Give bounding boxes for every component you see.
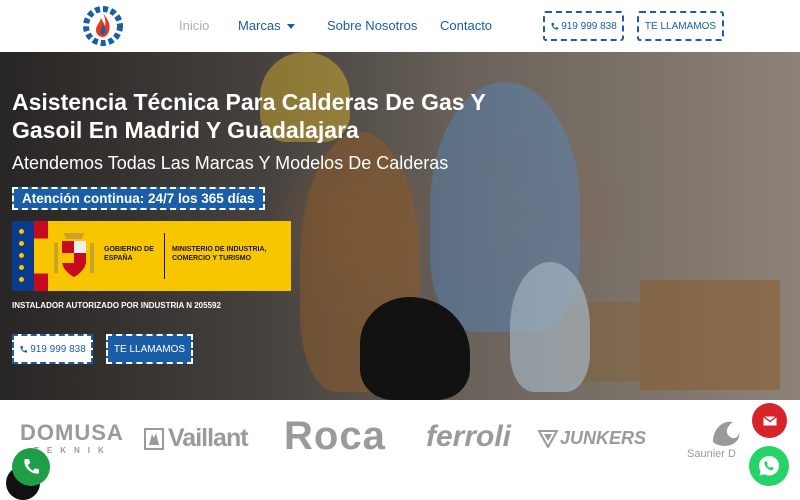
nav-marcas-label: Marcas xyxy=(238,18,281,33)
chevron-down-icon xyxy=(286,24,295,30)
divider xyxy=(164,233,165,279)
phone-icon xyxy=(24,459,39,474)
brand-domusa[interactable]: DOMUSA TEKNIK xyxy=(20,420,124,455)
eu-flag-icon xyxy=(12,221,34,291)
brands-strip: DOMUSA TEKNIK Vaillant Roca ferroli JUNK… xyxy=(0,400,800,500)
hero-subtitle: Atendemos Todas Las Marcas Y Modelos De … xyxy=(12,153,449,173)
hero-phone-button[interactable]: 919 999 838 xyxy=(12,334,93,364)
hero-section: Asistencia Técnica Para Calderas De Gas … xyxy=(0,52,800,400)
email-floating-button[interactable] xyxy=(752,403,787,438)
government-banner: GOBIERNO DE ESPAÑA MINISTERIO DE INDUSTR… xyxy=(12,221,291,291)
coat-of-arms-icon xyxy=(54,233,94,277)
brand-saunier-name: Saunier D xyxy=(687,448,736,460)
header-phone-button[interactable]: 919 999 838 xyxy=(543,11,624,41)
header-phone-label: 919 999 838 xyxy=(561,20,617,32)
brand-saunier-duval[interactable]: Saunier D xyxy=(687,421,740,460)
nav-sobre-nosotros[interactable]: Sobre Nosotros xyxy=(327,18,417,33)
saunier-logo-icon xyxy=(713,421,740,446)
nav-inicio[interactable]: Inicio xyxy=(179,18,209,33)
hero-phone-label: 919 999 838 xyxy=(30,343,86,355)
phone-icon xyxy=(551,22,559,29)
brand-ferroli[interactable]: ferroli xyxy=(426,420,511,454)
brand-junkers[interactable]: JUNKERS xyxy=(538,428,646,449)
brand-vaillant[interactable]: Vaillant xyxy=(144,424,249,453)
brand-vaillant-name: Vaillant xyxy=(168,424,249,452)
envelope-icon xyxy=(762,415,777,425)
flame-gear-logo-icon[interactable] xyxy=(80,4,126,48)
hero-callback-button[interactable]: TE LLAMAMOS xyxy=(106,334,193,364)
whatsapp-icon xyxy=(759,456,779,476)
installer-note: INSTALADOR AUTORIZADO POR INDUSTRIA N 20… xyxy=(12,301,221,310)
gobierno-label: GOBIERNO DE ESPAÑA xyxy=(104,246,154,262)
brand-junkers-name: JUNKERS xyxy=(560,428,647,448)
header-callback-button[interactable]: TE LLAMAMOS xyxy=(637,11,724,41)
availability-badge: Atención continua: 24/7 los 365 días xyxy=(12,187,265,210)
whatsapp-floating-button[interactable] xyxy=(749,446,789,486)
spain-flag-icon xyxy=(34,221,48,291)
nav-marcas[interactable]: Marcas xyxy=(238,18,295,33)
ministerio-label: MINISTERIO DE INDUSTRIA, COMERCIO Y TURI… xyxy=(172,246,267,262)
phone-icon xyxy=(20,345,28,352)
junkers-logo-icon xyxy=(538,430,558,448)
nav-contacto[interactable]: Contacto xyxy=(440,18,492,33)
brand-roca[interactable]: Roca xyxy=(284,414,386,459)
site-header: Inicio Marcas Sobre Nosotros Contacto 91… xyxy=(0,0,800,52)
call-floating-button[interactable] xyxy=(12,448,50,486)
hare-logo-icon xyxy=(144,428,164,450)
brand-domusa-sub: TEKNIK xyxy=(34,446,112,455)
hero-title: Asistencia Técnica Para Calderas De Gas … xyxy=(12,89,486,143)
brand-domusa-name: DOMUSA xyxy=(20,420,124,445)
